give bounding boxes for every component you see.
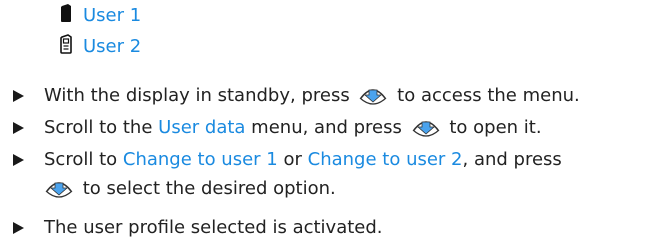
navigation-key-icon <box>360 89 387 105</box>
step-1-after: to access the menu. <box>397 85 580 106</box>
step-3-or: or <box>283 149 302 170</box>
triangle-bullet-icon <box>13 122 24 134</box>
step-2-before: Scroll to the <box>44 117 153 138</box>
step-4: The user profile selected is activated. <box>44 217 383 238</box>
step-2-middle: menu, and press <box>251 117 402 138</box>
navigation-key-icon <box>412 121 440 137</box>
user-data-link[interactable]: User data <box>158 117 245 138</box>
step-2: Scroll to the User data menu, and press … <box>44 116 542 140</box>
navigation-key-icon <box>45 182 73 198</box>
change-to-user-2-link[interactable]: Change to user 2 <box>308 149 463 170</box>
step-1: With the display in standby, press to ac… <box>44 84 580 108</box>
phone-outline-icon <box>60 34 72 54</box>
step-3-line2: to select the desired option. <box>82 178 336 199</box>
step-3: Scroll to Change to user 1 or Change to … <box>44 148 562 172</box>
user-1-label[interactable]: User 1 <box>83 4 141 28</box>
step-3-before: Scroll to <box>44 149 118 170</box>
triangle-bullet-icon <box>13 222 24 234</box>
step-3-end: , and press <box>462 149 562 170</box>
step-1-before: With the display in standby, press <box>44 85 350 106</box>
change-to-user-1-link[interactable]: Change to user 1 <box>123 149 278 170</box>
phone-filled-icon <box>61 4 71 22</box>
triangle-bullet-icon <box>13 90 24 102</box>
user-2-label[interactable]: User 2 <box>83 35 141 59</box>
step-2-after: to open it. <box>449 117 542 138</box>
triangle-bullet-icon <box>13 154 24 166</box>
step-3-continued: to select the desired option. <box>41 177 336 201</box>
